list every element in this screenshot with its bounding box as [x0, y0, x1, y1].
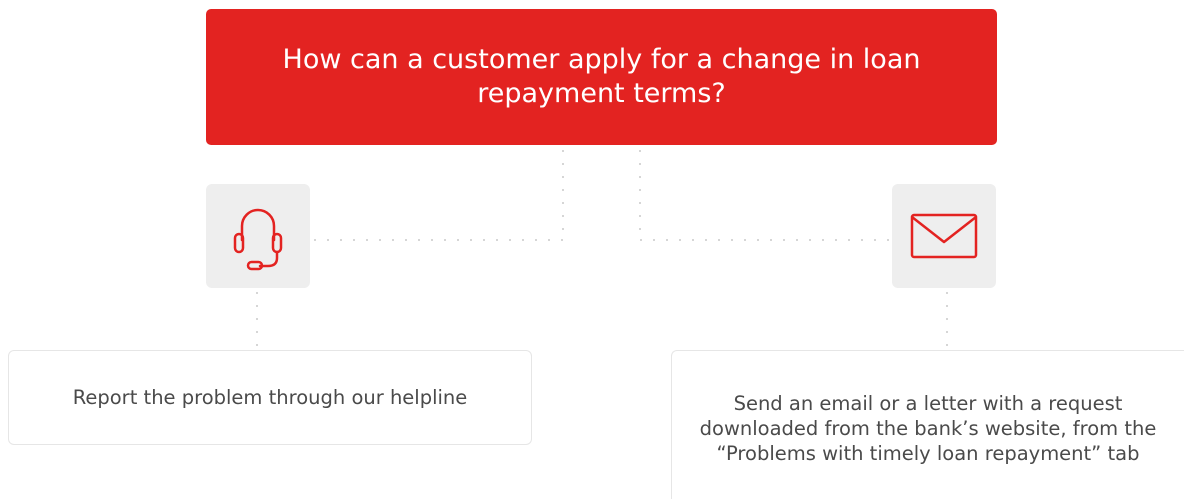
headset-icon — [233, 208, 283, 271]
helpline-icon-tile — [206, 184, 310, 288]
answer-box-helpline: Report the problem through our helpline — [8, 350, 532, 445]
answer-text-email: Send an email or a letter with a request… — [699, 391, 1157, 465]
question-text: How can a customer apply for a change in… — [282, 44, 921, 109]
answer-box-email: Send an email or a letter with a request… — [671, 350, 1184, 499]
email-icon-tile — [892, 184, 996, 288]
answer-text-helpline: Report the problem through our helpline — [72, 386, 468, 409]
envelope-icon — [910, 213, 978, 259]
question-box: How can a customer apply for a change in… — [206, 9, 997, 145]
